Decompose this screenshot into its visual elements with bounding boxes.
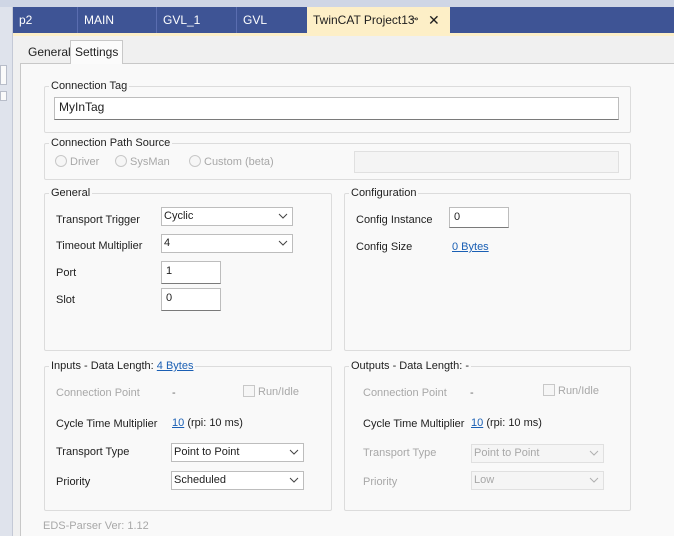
inputs-connection-point-value: - <box>172 387 176 399</box>
timeout-multiplier-label: Timeout Multiplier <box>56 240 143 252</box>
tab-settings[interactable]: Settings <box>70 40 124 64</box>
config-instance-label: Config Instance <box>356 214 433 226</box>
radio-custom-beta-label: Custom (beta) <box>204 156 274 168</box>
inputs-group-title: Inputs - Data Length: 4 Bytes <box>49 360 196 373</box>
side-scroll-stub[interactable] <box>0 91 7 101</box>
chevron-down-icon <box>589 477 599 483</box>
inputs-data-length-link[interactable]: 4 Bytes <box>157 360 194 372</box>
custom-path-input[interactable] <box>354 151 619 173</box>
doc-tab-main[interactable]: MAIN <box>77 7 156 33</box>
chevron-down-icon <box>278 240 288 246</box>
doc-tab-label: TwinCAT Project13 <box>313 13 415 27</box>
config-instance-value: 0 <box>454 211 461 223</box>
doc-tab-gvl1[interactable]: GVL_1 <box>156 7 236 33</box>
radio-sysman-label: SysMan <box>130 156 170 168</box>
inputs-connection-point-label: Connection Point <box>56 387 140 399</box>
outputs-transport-type-select[interactable]: Point to Point <box>471 444 604 463</box>
outputs-run-idle-checkbox[interactable]: Run/Idle <box>543 384 599 398</box>
checkbox-icon <box>543 384 555 396</box>
connection-path-source-title: Connection Path Source <box>49 137 173 150</box>
close-icon[interactable]: ✕ <box>428 7 440 33</box>
tab-general-label: General <box>28 45 71 59</box>
inputs-priority-value: Scheduled <box>174 474 226 486</box>
document-tab-bar: p2 MAIN GVL_1 GVL TwinCAT Project13 ⊸ ✕ <box>13 7 674 33</box>
doc-tab-twincat-project13[interactable]: TwinCAT Project13 ⊸ ✕ <box>307 7 450 33</box>
outputs-run-idle-label: Run/Idle <box>558 385 599 397</box>
port-label: Port <box>56 267 77 279</box>
slot-value: 0 <box>166 292 173 304</box>
inputs-transport-type-label: Transport Type <box>56 446 130 458</box>
doc-tab-p2[interactable]: p2 <box>13 7 77 33</box>
inputs-rpi-text: (rpi: 10 ms) <box>187 417 243 429</box>
inputs-priority-select[interactable]: Scheduled <box>171 471 304 490</box>
connection-tag-value: MyInTag <box>59 100 105 114</box>
chevron-down-icon <box>278 213 288 219</box>
checkbox-icon <box>243 385 255 397</box>
inputs-priority-label: Priority <box>56 476 91 488</box>
doc-tab-label: p2 <box>19 13 33 27</box>
transport-trigger-select[interactable]: Cyclic <box>161 207 293 226</box>
inputs-cycle-time-label: Cycle Time Multiplier <box>56 418 158 430</box>
outputs-priority-select[interactable]: Low <box>471 471 604 490</box>
side-dropdown-stub[interactable] <box>0 65 7 85</box>
outputs-cycle-time-value: 10 (rpi: 10 ms) <box>471 416 542 430</box>
timeout-multiplier-select[interactable]: 4 <box>161 234 293 253</box>
connection-tag-title: Connection Tag <box>49 80 130 93</box>
inputs-run-idle-label: Run/Idle <box>258 386 299 398</box>
radio-dot-icon <box>55 155 67 167</box>
outputs-rpi-text: (rpi: 10 ms) <box>486 417 542 429</box>
radio-dot-icon <box>115 155 127 167</box>
doc-tab-label: GVL_1 <box>163 13 201 27</box>
inputs-transport-type-value: Point to Point <box>174 446 240 458</box>
slot-label: Slot <box>56 294 75 306</box>
inputs-transport-type-select[interactable]: Point to Point <box>171 443 304 462</box>
radio-driver-label: Driver <box>70 156 100 168</box>
doc-tab-gvl[interactable]: GVL <box>236 7 307 33</box>
configuration-group-title: Configuration <box>349 187 419 200</box>
eds-parser-version: EDS-Parser Ver: 1.12 <box>43 520 149 532</box>
outputs-transport-type-label: Transport Type <box>363 447 437 459</box>
port-value: 1 <box>166 265 173 277</box>
pin-icon[interactable]: ⊸ <box>410 7 418 33</box>
inputs-run-idle-checkbox[interactable]: Run/Idle <box>243 385 299 399</box>
inputs-title-prefix: Inputs - Data Length: <box>51 360 154 372</box>
tab-settings-label: Settings <box>75 45 119 59</box>
outputs-transport-type-value: Point to Point <box>474 447 540 459</box>
tab-general[interactable]: General <box>24 42 75 62</box>
transport-trigger-label: Transport Trigger <box>56 214 140 226</box>
outputs-priority-label: Priority <box>363 476 398 488</box>
outputs-cycle-time-label: Cycle Time Multiplier <box>363 418 465 430</box>
config-instance-input[interactable]: 0 <box>449 207 509 228</box>
outputs-group-title: Outputs - Data Length: - <box>349 360 472 373</box>
window-top-strip <box>0 0 674 7</box>
outputs-cycle-time-link[interactable]: 10 <box>471 417 483 429</box>
general-group-title: General <box>49 187 93 200</box>
radio-driver[interactable]: Driver <box>55 155 99 169</box>
outputs-priority-value: Low <box>474 474 495 486</box>
outputs-connection-point-value: - <box>470 387 474 399</box>
chevron-down-icon <box>589 450 599 456</box>
radio-sysman[interactable]: SysMan <box>115 155 170 169</box>
left-tool-strip <box>0 7 13 536</box>
timeout-multiplier-value: 4 <box>164 237 171 249</box>
doc-tab-label: MAIN <box>84 13 114 27</box>
inputs-cycle-time-link[interactable]: 10 <box>172 417 184 429</box>
chevron-down-icon <box>289 449 299 455</box>
outputs-connection-point-label: Connection Point <box>363 387 447 399</box>
connection-tag-input[interactable]: MyInTag <box>54 97 619 120</box>
config-size-label: Config Size <box>356 241 413 253</box>
config-size-link[interactable]: 0 Bytes <box>452 240 489 254</box>
slot-input[interactable]: 0 <box>161 288 221 311</box>
radio-dot-icon <box>189 155 201 167</box>
chevron-down-icon <box>289 477 299 483</box>
inputs-cycle-time-value: 10 (rpi: 10 ms) <box>172 416 243 430</box>
port-input[interactable]: 1 <box>161 261 221 284</box>
radio-custom-beta[interactable]: Custom (beta) <box>189 155 274 169</box>
transport-trigger-value: Cyclic <box>164 210 194 222</box>
doc-tab-label: GVL <box>243 13 268 27</box>
